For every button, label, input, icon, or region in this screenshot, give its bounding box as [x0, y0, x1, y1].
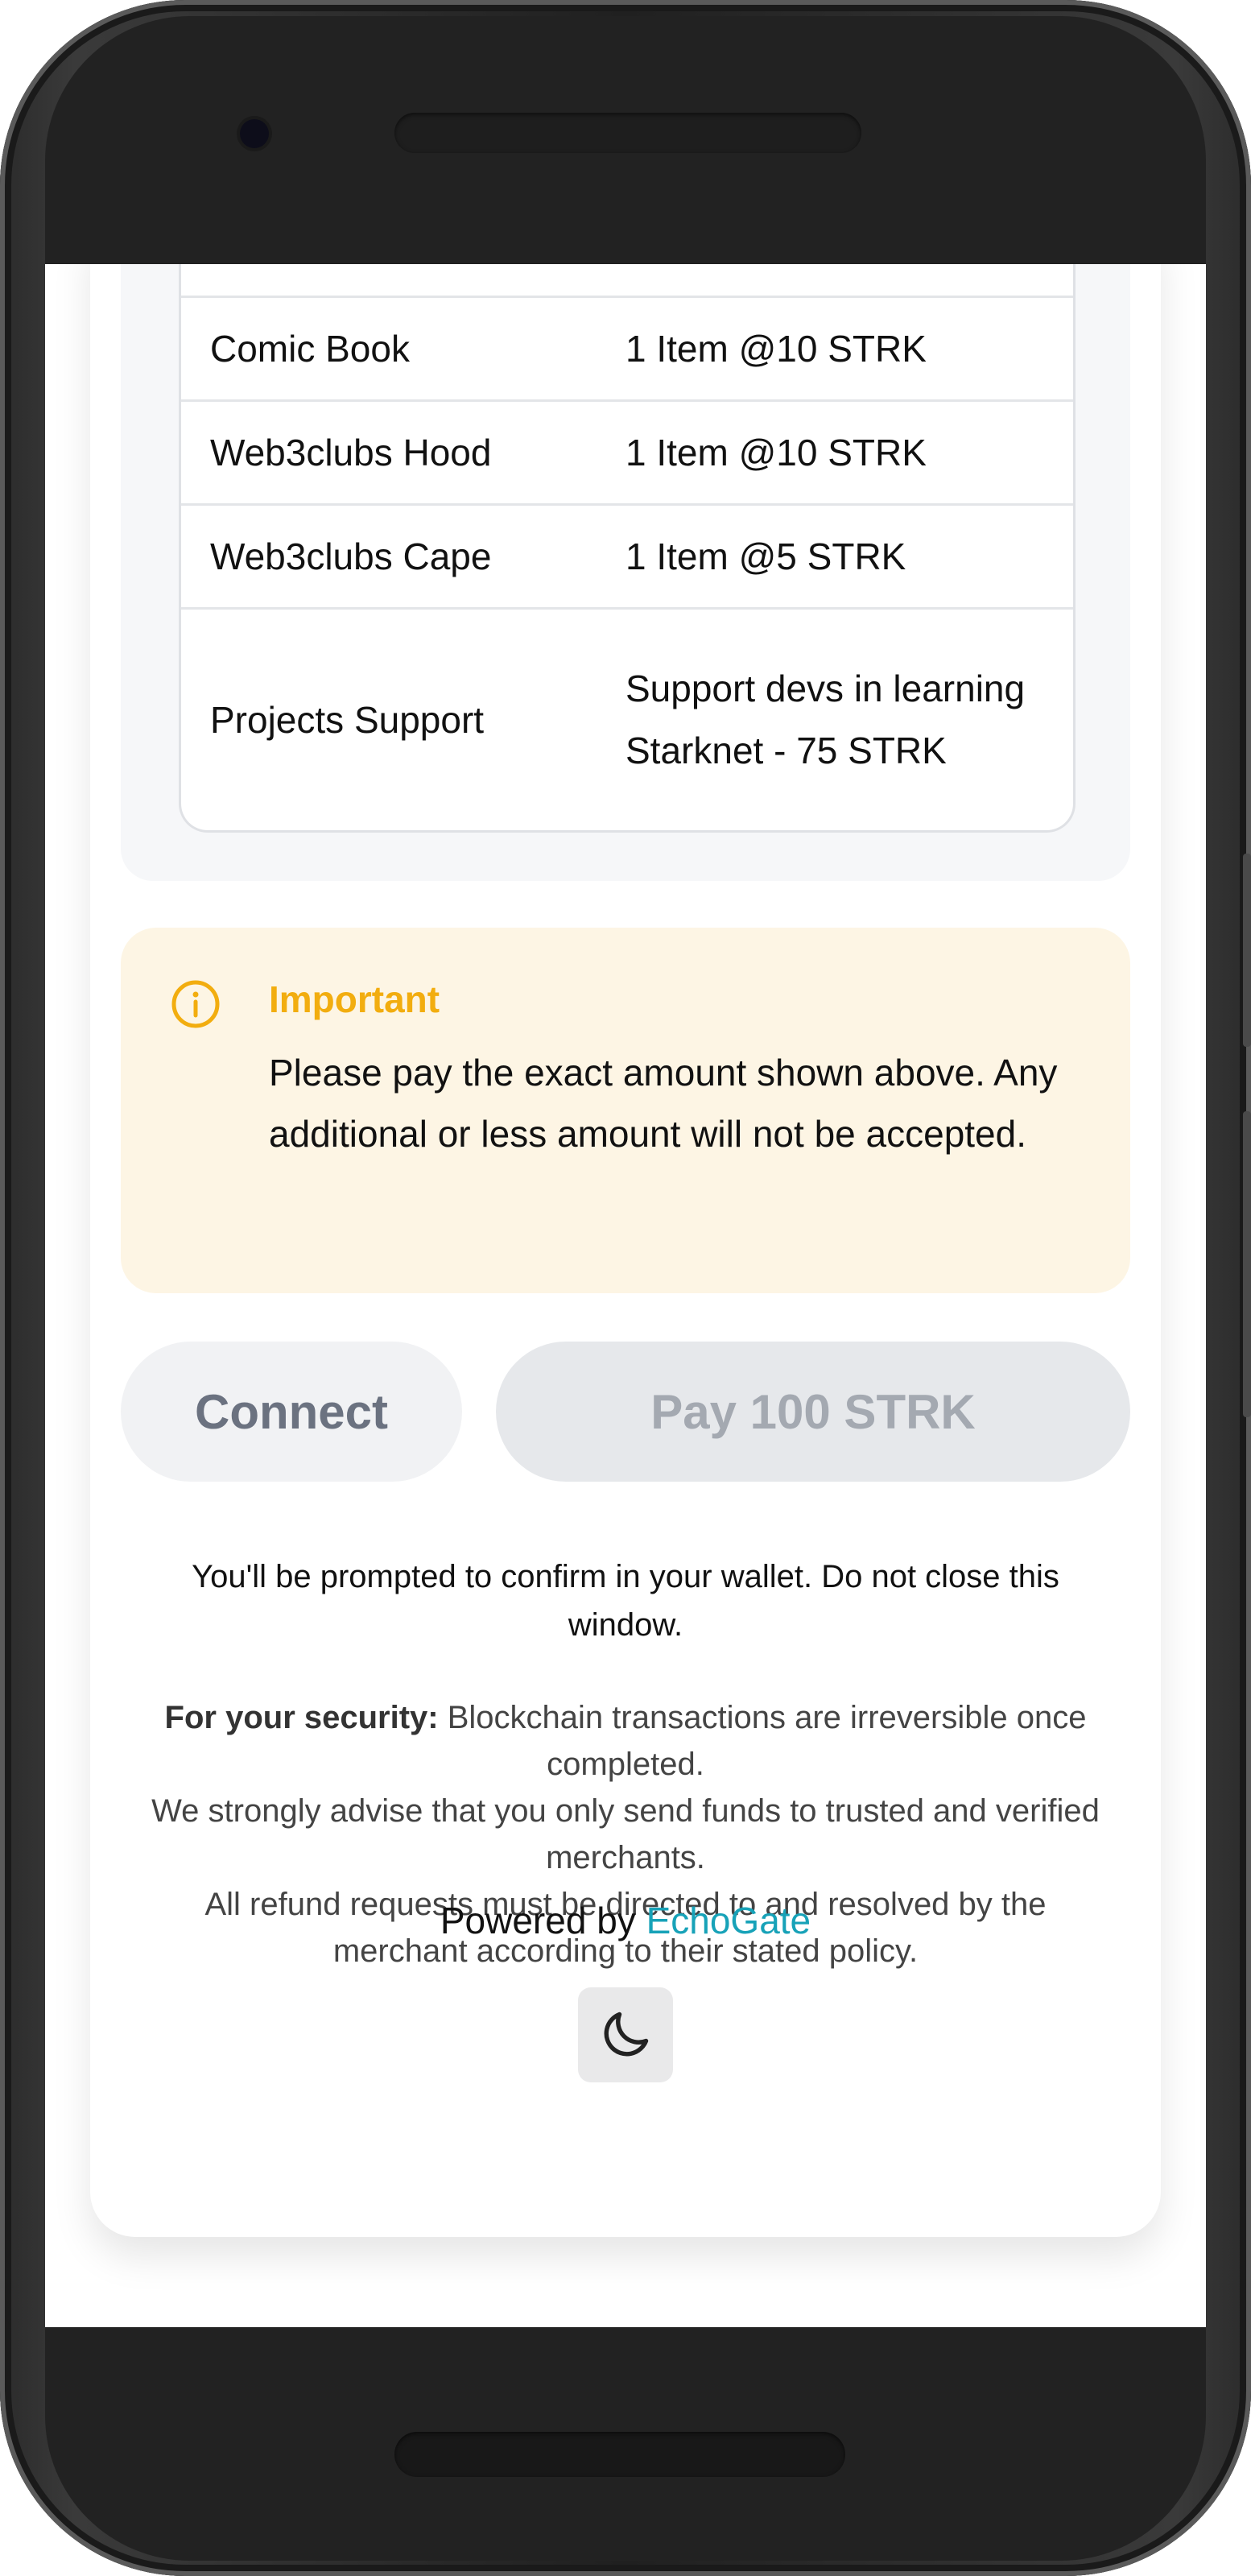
item-name: Projects Support	[210, 699, 485, 741]
brand-link[interactable]: EchoGate	[646, 1900, 811, 1941]
table-row: Web3clubs Cape 1 Item @5 STRK	[181, 503, 1073, 607]
table-row: Projects Support Support devs in learnin…	[181, 607, 1073, 830]
important-notice: Important Please pay the exact amount sh…	[121, 928, 1130, 1293]
item-detail: 1 Item @10 STRK	[626, 327, 927, 370]
item-name: Web3clubs Cape	[210, 535, 492, 577]
item-detail: 1 Item @10 STRK	[626, 431, 927, 473]
security-line-1: Blockchain transactions are irreversible…	[438, 1700, 1087, 1782]
payment-card: Comic Book 1 Item @10 STRK Web3clubs Hoo…	[90, 264, 1161, 2237]
item-detail: Support devs in learning Starknet - 75 S…	[626, 668, 1026, 771]
table-row: Comic Book 1 Item @10 STRK	[181, 296, 1073, 399]
info-circle-icon	[171, 980, 220, 1028]
pay-button[interactable]: Pay 100 STRK	[496, 1342, 1130, 1482]
notice-body: Please pay the exact amount shown above.…	[269, 1052, 1058, 1155]
connect-button[interactable]: Connect	[121, 1342, 462, 1482]
wallet-prompt-text: You'll be prompted to confirm in your wa…	[192, 1559, 1059, 1643]
screen: Comic Book 1 Item @10 STRK Web3clubs Hoo…	[45, 264, 1206, 2327]
notice-title: Important	[269, 978, 440, 1020]
phone-frame: Comic Book 1 Item @10 STRK Web3clubs Hoo…	[0, 0, 1251, 2576]
security-line-2: We strongly advise that you only send fu…	[151, 1793, 1100, 1875]
item-name: Comic Book	[210, 328, 410, 370]
table-row: Web3clubs Hood 1 Item @10 STRK	[181, 399, 1073, 503]
volume-button	[1243, 1111, 1251, 1417]
theme-toggle-button[interactable]	[578, 1987, 673, 2082]
security-lead: For your security:	[164, 1700, 439, 1735]
powered-by-label: Powered by	[440, 1900, 636, 1941]
items-table: Comic Book 1 Item @10 STRK Web3clubs Hoo…	[179, 264, 1076, 833]
item-detail: 1 Item @5 STRK	[626, 535, 906, 577]
power-button	[1243, 854, 1251, 1047]
item-name: Web3clubs Hood	[210, 432, 492, 473]
order-summary: Comic Book 1 Item @10 STRK Web3clubs Hoo…	[121, 264, 1130, 881]
earpiece-speaker	[394, 113, 861, 153]
front-camera	[240, 119, 269, 148]
powered-by: Powered by EchoGate	[90, 1899, 1161, 1942]
moon-icon	[604, 2012, 649, 2057]
bottom-speaker	[394, 2432, 845, 2477]
table-row	[181, 264, 1073, 296]
